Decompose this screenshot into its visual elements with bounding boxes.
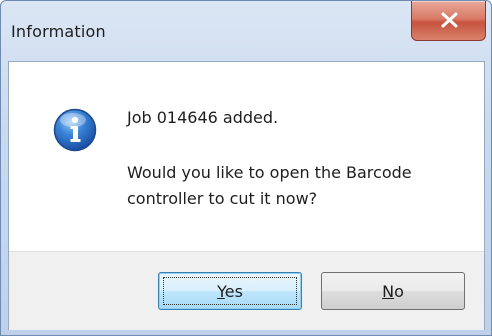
message-job-added: Job 014646 added. [127,108,279,127]
yes-button[interactable]: Yes [158,272,302,310]
information-dialog: Information Job 014646 added. Would you … [0,0,492,336]
message-area: Job 014646 added. Would you like to open… [9,62,484,251]
no-button[interactable]: No [321,272,465,310]
window-title: Information [11,22,106,41]
info-icon [53,108,97,152]
message-question: Would you like to open the Barcode contr… [127,163,412,208]
close-icon [441,12,458,28]
yes-button-label: Yes [217,281,243,301]
close-button[interactable] [411,1,486,41]
title-bar[interactable]: Information [1,1,491,61]
button-bar: Yes No [9,251,484,330]
no-button-label: No [382,281,404,301]
dialog-client-area: Job 014646 added. Would you like to open… [8,61,485,330]
